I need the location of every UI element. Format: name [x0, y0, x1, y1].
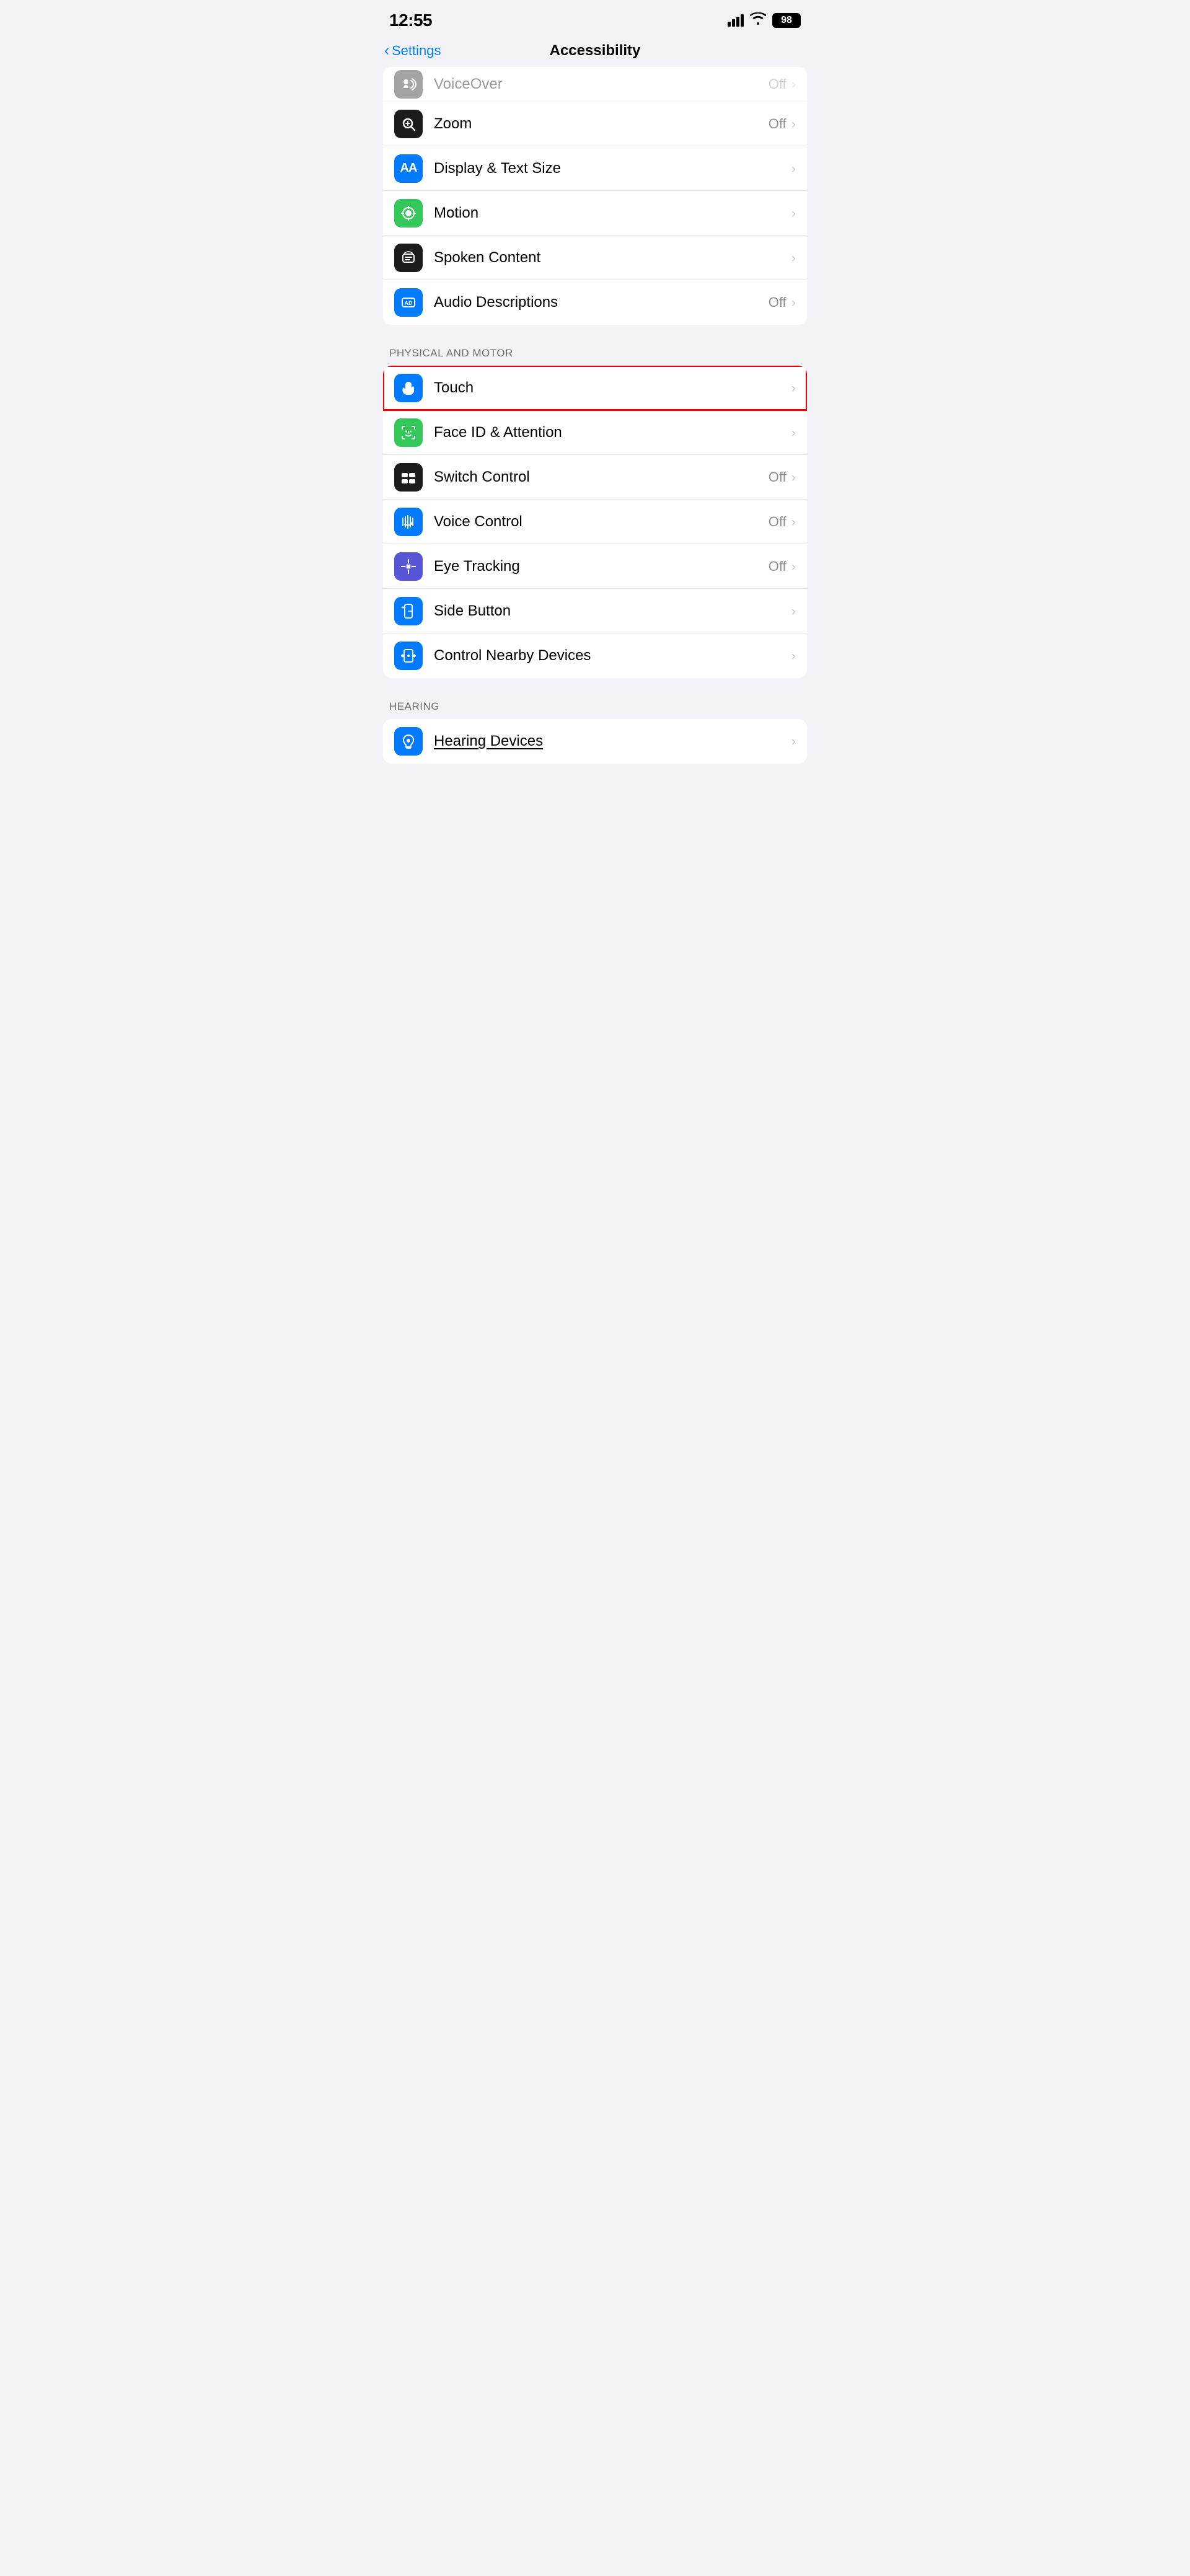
face-id-chevron: ›	[791, 425, 796, 441]
spoken-content-label: Spoken Content	[434, 249, 791, 267]
nav-bar: ‹ Settings Accessibility	[372, 37, 818, 67]
audio-descriptions-value: Off	[769, 294, 787, 311]
switch-control-label: Switch Control	[434, 469, 769, 486]
side-button-chevron: ›	[791, 603, 796, 619]
voice-control-chevron: ›	[791, 514, 796, 530]
voice-control-icon	[394, 508, 423, 536]
side-button-icon	[394, 597, 423, 625]
eye-tracking-label: Eye Tracking	[434, 558, 769, 575]
side-button-label: Side Button	[434, 602, 791, 620]
display-text-size-label: Display & Text Size	[434, 160, 791, 177]
voiceover-chevron: ›	[791, 76, 796, 92]
voice-control-label: Voice Control	[434, 513, 769, 531]
voiceover-icon	[394, 70, 423, 99]
list-item-touch[interactable]: Touch ›	[383, 366, 807, 410]
signal-icon	[728, 14, 744, 27]
list-item-control-nearby[interactable]: Control Nearby Devices ›	[383, 633, 807, 678]
hearing-section: HEARING Hearing Devices ›	[372, 700, 818, 764]
motion-label: Motion	[434, 205, 791, 222]
status-time: 12:55	[389, 11, 432, 30]
vision-section-partial: VoiceOver Off › Zoom Off › AA Display & …	[383, 67, 807, 325]
eye-tracking-value: Off	[769, 558, 787, 575]
zoom-icon	[394, 110, 423, 138]
hearing-list: Hearing Devices ›	[383, 719, 807, 764]
switch-control-value: Off	[769, 469, 787, 485]
list-item-audio-descriptions[interactable]: AD Audio Descriptions Off ›	[383, 280, 807, 325]
display-text-size-chevron: ›	[791, 161, 796, 177]
hearing-header: HEARING	[372, 700, 818, 719]
status-icons: 98	[728, 12, 801, 29]
list-item-hearing-devices[interactable]: Hearing Devices ›	[383, 719, 807, 764]
zoom-label: Zoom	[434, 115, 769, 133]
physical-motor-list: Touch › Face ID & Attention ›	[383, 366, 807, 678]
list-item-motion[interactable]: Motion ›	[383, 191, 807, 236]
control-nearby-label: Control Nearby Devices	[434, 647, 791, 664]
touch-label: Touch	[434, 379, 791, 397]
eye-tracking-chevron: ›	[791, 558, 796, 575]
zoom-chevron: ›	[791, 116, 796, 132]
display-text-size-icon: AA	[394, 154, 423, 183]
physical-motor-section: PHYSICAL AND MOTOR Touch ›	[372, 347, 818, 678]
voiceover-value: Off	[769, 76, 787, 92]
audio-descriptions-icon: AD	[394, 288, 423, 317]
hearing-devices-chevron: ›	[791, 733, 796, 749]
spoken-content-chevron: ›	[791, 250, 796, 266]
list-item-voice-control[interactable]: Voice Control Off ›	[383, 500, 807, 544]
back-chevron-icon: ‹	[384, 42, 389, 60]
page-title: Accessibility	[550, 42, 641, 60]
list-item-face-id[interactable]: Face ID & Attention ›	[383, 410, 807, 455]
list-item-eye-tracking[interactable]: Eye Tracking Off ›	[383, 544, 807, 589]
status-bar: 12:55 98	[372, 0, 818, 37]
list-item-side-button[interactable]: Side Button ›	[383, 589, 807, 633]
motion-icon	[394, 199, 423, 227]
zoom-value: Off	[769, 116, 787, 132]
face-id-icon	[394, 418, 423, 447]
motion-chevron: ›	[791, 205, 796, 221]
list-item-zoom[interactable]: Zoom Off ›	[383, 102, 807, 146]
svg-text:AD: AD	[405, 300, 413, 306]
voiceover-label: VoiceOver	[434, 76, 769, 93]
control-nearby-icon	[394, 642, 423, 670]
touch-chevron: ›	[791, 380, 796, 396]
physical-motor-header: PHYSICAL AND MOTOR	[372, 347, 818, 366]
eye-tracking-icon	[394, 552, 423, 581]
audio-descriptions-chevron: ›	[791, 294, 796, 311]
control-nearby-chevron: ›	[791, 648, 796, 664]
wifi-icon	[750, 12, 766, 29]
battery-indicator: 98	[772, 13, 801, 28]
voice-control-value: Off	[769, 514, 787, 530]
hearing-devices-icon	[394, 727, 423, 756]
list-item-spoken-content[interactable]: Spoken Content ›	[383, 236, 807, 280]
switch-control-icon	[394, 463, 423, 492]
back-button[interactable]: ‹ Settings	[384, 42, 441, 60]
back-label: Settings	[392, 43, 441, 59]
list-item-display-text-size[interactable]: AA Display & Text Size ›	[383, 146, 807, 191]
list-item-switch-control[interactable]: Switch Control Off ›	[383, 455, 807, 500]
switch-control-chevron: ›	[791, 469, 796, 485]
face-id-label: Face ID & Attention	[434, 424, 791, 441]
hearing-devices-label: Hearing Devices	[434, 733, 791, 750]
audio-descriptions-label: Audio Descriptions	[434, 294, 769, 311]
list-item-voiceover[interactable]: VoiceOver Off ›	[383, 67, 807, 102]
spoken-content-icon	[394, 244, 423, 272]
touch-icon	[394, 374, 423, 402]
